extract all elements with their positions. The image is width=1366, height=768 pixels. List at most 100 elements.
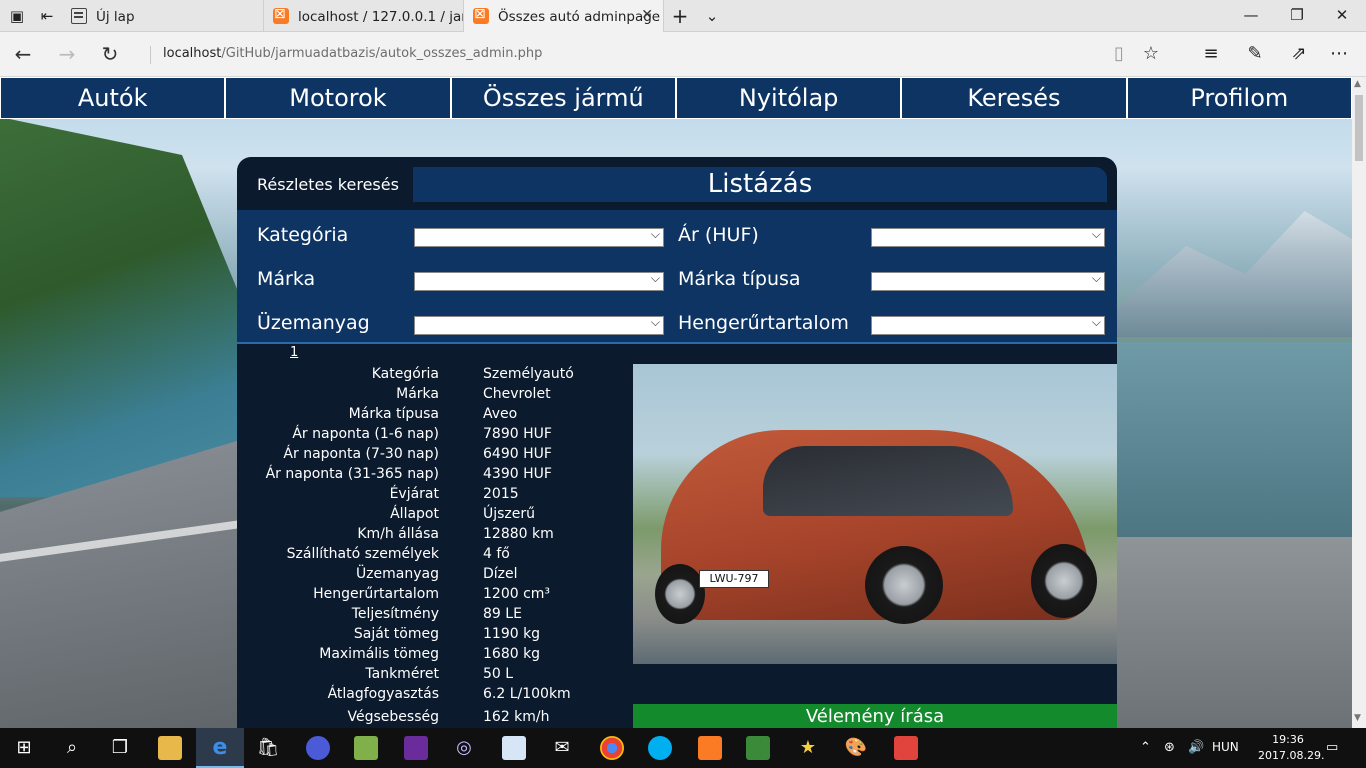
hub-icon[interactable]: ≡	[1198, 43, 1224, 64]
restore-icon[interactable]: ❐	[1282, 6, 1312, 24]
page-scrollbar[interactable]: ▲ ▼	[1352, 77, 1366, 728]
select-kategoria[interactable]: ⌵	[414, 227, 664, 247]
star-app-icon[interactable]: ★	[796, 736, 820, 760]
detail-label: Végsebesség	[347, 709, 440, 725]
pagination-link[interactable]: 1	[290, 345, 298, 360]
browser-tab-bar: ▣ ⇤ Új lap localhost / 127.0.0.1 / jarmu…	[0, 0, 1366, 32]
detailed-search-tab[interactable]: Részletes keresés	[257, 175, 399, 194]
menu-autok[interactable]: Autók	[1, 78, 225, 118]
tab-list-chevron-icon[interactable]: ⌄	[702, 7, 722, 25]
chevron-down-icon: ⌵	[650, 227, 660, 241]
scroll-thumb[interactable]	[1355, 95, 1363, 161]
chevron-down-icon: ⌵	[1091, 315, 1101, 329]
detail-value: 50 L	[483, 666, 514, 682]
divider	[237, 342, 1117, 344]
menu-motorok[interactable]: Motorok	[226, 78, 450, 118]
eclipse-icon[interactable]	[306, 736, 330, 760]
git-icon[interactable]	[894, 736, 918, 760]
new-tab-button[interactable]: +	[670, 4, 690, 28]
show-hidden-icons-icon[interactable]: ⌃	[1140, 740, 1151, 755]
write-review-button[interactable]: Vélemény írása	[633, 704, 1117, 728]
windows-start-icon[interactable]: ⊞	[12, 736, 36, 760]
scroll-up-arrow-icon[interactable]: ▲	[1354, 79, 1361, 89]
skype-icon[interactable]	[648, 736, 672, 760]
background-hills	[0, 117, 260, 497]
tab-phpmyadmin[interactable]: localhost / 127.0.0.1 / jarmu	[264, 0, 464, 32]
filter-label-ar: Ár (HUF)	[678, 224, 759, 246]
search-icon[interactable]: ⌕	[60, 736, 84, 760]
mail-icon[interactable]: ✉	[550, 736, 574, 760]
background-mountains	[1115, 211, 1352, 337]
listing-panel: Részletes keresés Listázás Kategória ⌵ M…	[237, 157, 1117, 728]
car-wheel	[1031, 544, 1097, 618]
visual-studio-icon[interactable]	[404, 736, 428, 760]
language-indicator[interactable]: HUN	[1212, 740, 1239, 754]
xampp-icon[interactable]	[698, 736, 722, 760]
menu-kereses[interactable]: Keresés	[902, 78, 1126, 118]
reading-view-icon[interactable]: ▯	[1106, 43, 1132, 64]
app-swirl-icon[interactable]: ◎	[452, 736, 476, 760]
detail-value: 1680 kg	[483, 646, 541, 662]
close-window-icon[interactable]: ✕	[1327, 6, 1357, 24]
menu-osszes-jarmu[interactable]: Összes jármű	[451, 78, 675, 118]
network-icon[interactable]: ⊛	[1164, 740, 1175, 755]
file-explorer-icon[interactable]	[158, 736, 182, 760]
tab-title: Összes autó adminpage	[498, 9, 661, 25]
detail-label: Átlagfogyasztás	[327, 686, 439, 702]
tab-title: localhost / 127.0.0.1 / jarmu	[298, 9, 463, 25]
menu-nyitolap[interactable]: Nyitólap	[676, 78, 901, 118]
minimize-icon[interactable]: —	[1236, 6, 1266, 24]
filter-area: Kategória ⌵ Márka ⌵ Üzemanyag ⌵ Ár (HUF)…	[237, 210, 1117, 342]
set-aside-tabs-icon[interactable]: ⇤	[37, 7, 57, 25]
refresh-icon[interactable]: ↻	[95, 42, 125, 66]
address-toolbar: ← → ↻ localhost/GitHub/jarmuadatbazis/au…	[0, 32, 1366, 77]
detail-value: Dízel	[483, 566, 518, 582]
background-road-right	[1115, 537, 1352, 728]
select-marka[interactable]: ⌵	[414, 271, 664, 291]
listing-title: Listázás	[413, 167, 1107, 202]
detail-label: Üzemanyag	[355, 566, 439, 582]
task-view-icon[interactable]: ❐	[108, 736, 132, 760]
action-center-icon[interactable]: ▭	[1326, 740, 1338, 755]
tab-osszes-auto[interactable]: Összes autó adminpage ✕	[464, 0, 664, 32]
url-host: localhost	[163, 46, 222, 61]
detail-label: Állapot	[390, 506, 439, 522]
detail-label: Tankméret	[365, 666, 439, 682]
select-ar[interactable]: ⌵	[871, 227, 1105, 247]
chrome-icon[interactable]	[600, 736, 624, 760]
tab-preview-icon[interactable]: ▣	[7, 7, 27, 25]
favorite-star-icon[interactable]: ☆	[1138, 43, 1164, 64]
tab-new-tab[interactable]: Új lap	[62, 0, 264, 32]
app-icon[interactable]	[502, 736, 526, 760]
filter-label-hengerurtartalom: Hengerűrtartalom	[678, 312, 849, 334]
share-icon[interactable]: ⇗	[1286, 43, 1312, 64]
select-uzemanyag[interactable]: ⌵	[414, 315, 664, 335]
close-tab-icon[interactable]: ✕	[641, 7, 653, 23]
detail-label: Szállítható személyek	[286, 546, 439, 562]
web-note-pen-icon[interactable]: ✎	[1242, 43, 1268, 64]
more-icon[interactable]: ⋯	[1326, 43, 1352, 64]
detail-value: Chevrolet	[483, 386, 551, 402]
detail-value: Aveo	[483, 406, 518, 422]
detail-value: 6.2 L/100km	[483, 686, 571, 702]
volume-icon[interactable]: 🔊	[1188, 740, 1204, 755]
store-icon[interactable]: 🛍	[256, 736, 280, 760]
scroll-down-arrow-icon[interactable]: ▼	[1354, 713, 1361, 723]
address-field[interactable]: localhost/GitHub/jarmuadatbazis/autok_os…	[150, 46, 542, 64]
detail-value: 7890 HUF	[483, 426, 552, 442]
detail-value: 1200 cm³	[483, 586, 551, 602]
menu-profilom[interactable]: Profilom	[1127, 78, 1351, 118]
forward-arrow-icon[interactable]: →	[52, 42, 82, 66]
detail-value: 162 km/h	[483, 709, 550, 725]
app-icon[interactable]	[746, 736, 770, 760]
edge-icon[interactable]: e	[208, 736, 232, 760]
chevron-down-icon: ⌵	[1091, 227, 1101, 241]
back-arrow-icon[interactable]: ←	[8, 42, 38, 66]
select-marka-tipusa[interactable]: ⌵	[871, 271, 1105, 291]
filter-label-uzemanyag: Üzemanyag	[257, 312, 370, 334]
app-icon[interactable]	[354, 736, 378, 760]
select-hengerurtartalom[interactable]: ⌵	[871, 315, 1105, 335]
paint-icon[interactable]: 🎨	[844, 736, 868, 760]
clock-time: 19:36	[1272, 733, 1304, 746]
clock[interactable]: 19:36 2017.08.29.	[1258, 732, 1324, 764]
